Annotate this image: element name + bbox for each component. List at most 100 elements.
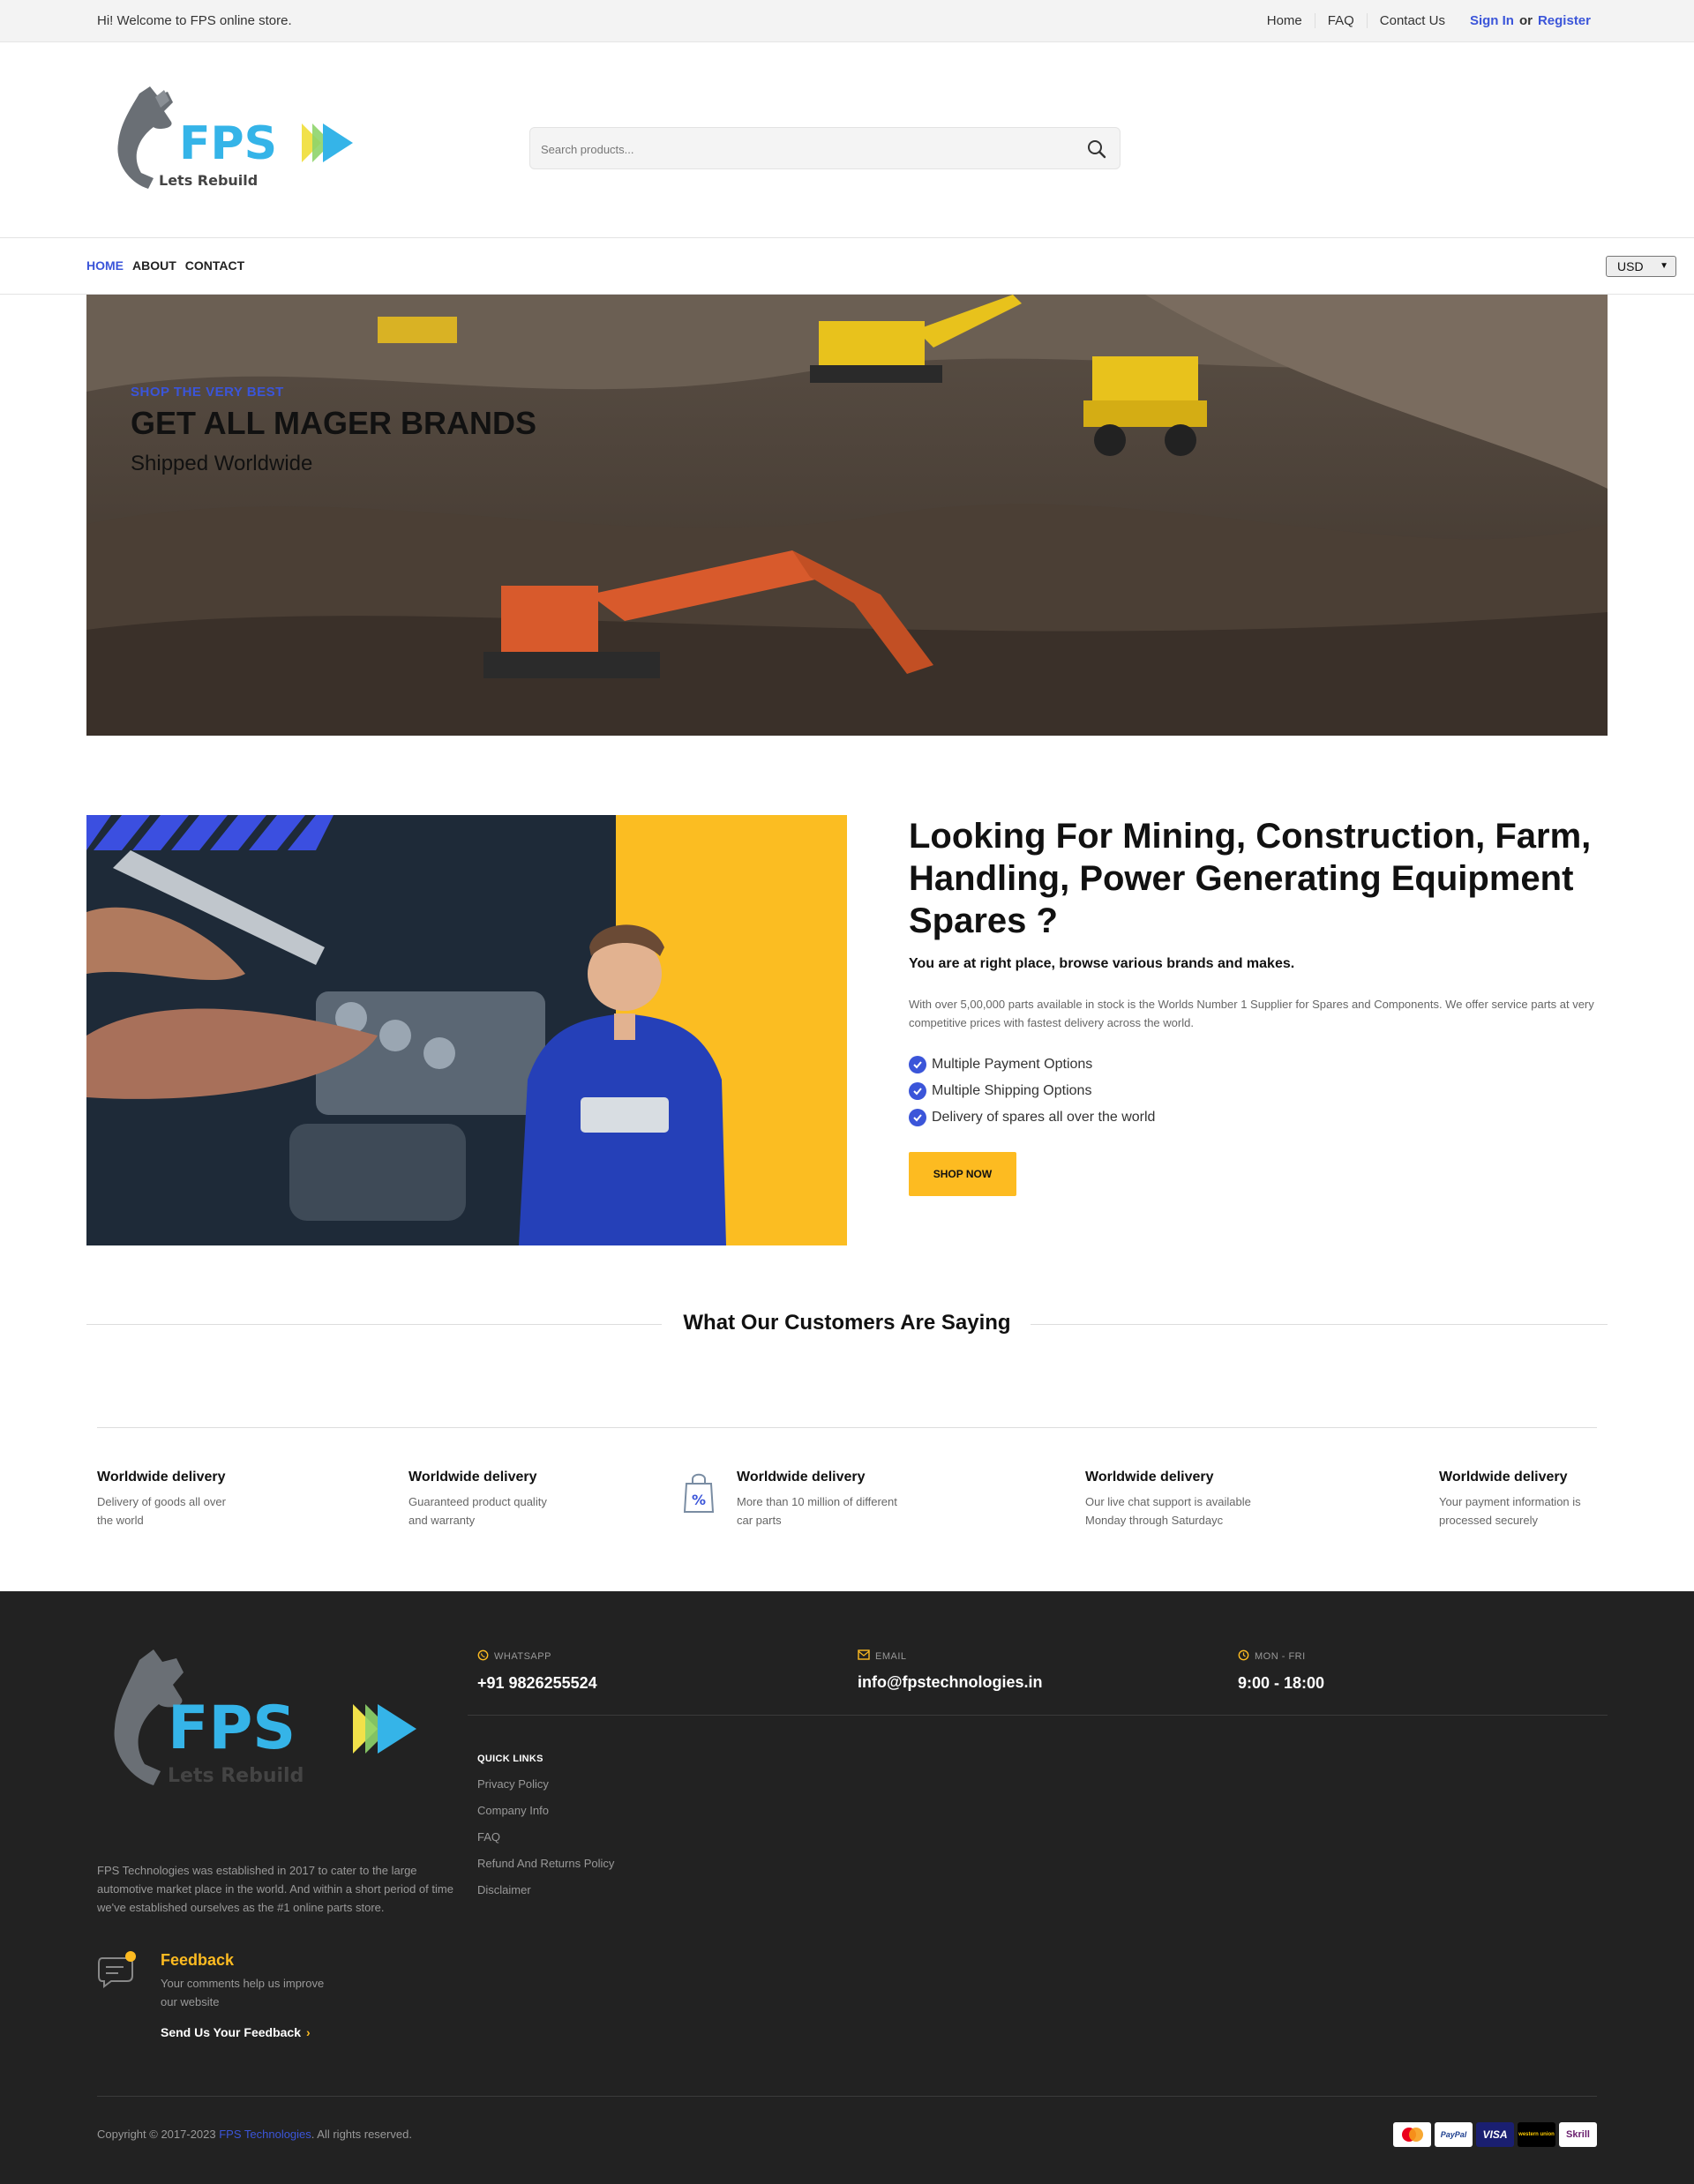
hero-mining-image xyxy=(86,295,1608,736)
svg-text:%: % xyxy=(692,1492,706,1508)
hero-title: GET ALL MAGER BRANDS xyxy=(131,405,537,441)
promo-description: With over 5,00,000 parts available in st… xyxy=(909,998,1594,1029)
quick-link-refund[interactable]: Refund And Returns Policy xyxy=(477,1857,614,1870)
top-link-faq[interactable]: FAQ xyxy=(1314,13,1367,28)
hours-label: MON - FRI xyxy=(1255,1651,1306,1662)
shop-now-button[interactable]: SHOP NOW xyxy=(909,1152,1016,1196)
top-links: Home FAQ Contact Us Sign In or Register xyxy=(1255,13,1591,28)
register-link[interactable]: Register xyxy=(1538,13,1591,28)
footer-logo[interactable]: FPS Lets Rebuild xyxy=(97,1641,441,1799)
feature-title: Worldwide delivery xyxy=(737,1470,866,1485)
chevron-right-icon: › xyxy=(305,2025,311,2039)
feature-item: Worldwide delivery Guaranteed product qu… xyxy=(409,1470,547,1530)
list-item: Multiple Payment Options xyxy=(909,1051,1615,1078)
search-input[interactable] xyxy=(541,137,1053,161)
clock-icon xyxy=(1238,1649,1249,1664)
western-union-icon: western union xyxy=(1518,2122,1555,2147)
check-icon xyxy=(909,1082,926,1100)
copyright: Copyright © 2017-2023 FPS Technologies. … xyxy=(97,2128,412,2141)
search-icon[interactable] xyxy=(1086,138,1107,160)
list-item: Delivery of spares all over the world xyxy=(909,1104,1615,1131)
feedback-title: Feedback xyxy=(161,1951,235,1969)
search-box xyxy=(529,127,1121,169)
contact-email: EMAIL info@fpstechnologies.in xyxy=(858,1649,1043,1692)
quick-links-heading: QUICK LINKS xyxy=(477,1754,543,1764)
welcome-message: Hi! Welcome to FPS online store. xyxy=(97,13,292,28)
skrill-icon: Skrill xyxy=(1559,2122,1597,2147)
hours-value: 9:00 - 18:00 xyxy=(1238,1674,1325,1692)
payment-methods: PayPal VISA western union Skrill xyxy=(1393,2122,1597,2147)
whatsapp-label: WHATSAPP xyxy=(494,1651,551,1662)
currency-select[interactable]: USD ▼ xyxy=(1606,256,1676,277)
quick-link-faq[interactable]: FAQ xyxy=(477,1830,614,1844)
email-label: EMAIL xyxy=(875,1650,907,1662)
nav-item-contact[interactable]: CONTACT xyxy=(185,258,244,273)
divider xyxy=(97,1427,1597,1428)
contact-hours: MON - FRI 9:00 - 18:00 xyxy=(1238,1649,1324,1693)
check-icon xyxy=(909,1056,926,1073)
whatsapp-icon xyxy=(477,1649,489,1664)
feature-title: Worldwide delivery xyxy=(409,1470,537,1485)
nav-item-about[interactable]: ABOUT xyxy=(132,258,176,273)
footer-logo-tagline-text: Lets Rebuild xyxy=(168,1765,304,1787)
testimonials-heading: What Our Customers Are Saying xyxy=(683,1311,1011,1335)
divider xyxy=(97,2096,1597,2097)
logo-tagline-text: Lets Rebuild xyxy=(159,172,258,189)
feature-desc: Our live chat support is available Monday… xyxy=(1085,1495,1251,1527)
main-nav: HOME ABOUT CONTACT USD ▼ xyxy=(0,238,1694,295)
quick-link-disclaimer[interactable]: Disclaimer xyxy=(477,1883,614,1896)
promo-lead: You are at right place, browse various b… xyxy=(909,956,1295,971)
feature-item: Worldwide delivery Our live chat support… xyxy=(1085,1470,1251,1530)
chevron-down-icon: ▼ xyxy=(1660,261,1668,271)
divider xyxy=(468,1715,1608,1716)
feature-desc: Guaranteed product quality and warranty xyxy=(409,1495,547,1527)
footer-logo-fps-text: FPS xyxy=(168,1694,296,1763)
bullet-label: Multiple Shipping Options xyxy=(932,1083,1092,1098)
feature-title: Worldwide delivery xyxy=(1439,1470,1568,1485)
list-item: Multiple Shipping Options xyxy=(909,1078,1615,1104)
bullet-label: Multiple Payment Options xyxy=(932,1057,1093,1072)
feature-desc: Your payment information is processed sec… xyxy=(1439,1495,1581,1527)
copyright-brand-link[interactable]: FPS Technologies xyxy=(219,2128,311,2141)
paypal-icon: PayPal xyxy=(1435,2122,1473,2147)
promo-heading: Looking For Mining, Construction, Farm, … xyxy=(909,817,1592,940)
site-footer: FPS Lets Rebuild FPS Technologies was es… xyxy=(0,1591,1694,2184)
feature-item: Worldwide delivery Your payment informat… xyxy=(1439,1470,1581,1530)
feature-desc: Delivery of goods all over the world xyxy=(97,1495,226,1527)
promo-section: Looking For Mining, Construction, Farm, … xyxy=(909,815,1615,1196)
feature-title: Worldwide delivery xyxy=(97,1470,226,1485)
send-feedback-label: Send Us Your Feedback xyxy=(161,2025,301,2039)
nav-item-home[interactable]: HOME xyxy=(86,258,124,273)
testimonials-heading-row: What Our Customers Are Saying xyxy=(86,1311,1608,1337)
quick-link-privacy[interactable]: Privacy Policy xyxy=(477,1777,614,1791)
whatsapp-number[interactable]: +91 9826255524 xyxy=(477,1674,597,1693)
visa-icon: VISA xyxy=(1476,2122,1514,2147)
mastercard-icon xyxy=(1393,2122,1431,2147)
auth-links: Sign In or Register xyxy=(1470,13,1591,28)
feature-title: Worldwide delivery xyxy=(1085,1470,1214,1485)
feature-item: Worldwide delivery Delivery of goods all… xyxy=(97,1470,226,1530)
top-bar: Hi! Welcome to FPS online store. Home FA… xyxy=(0,0,1694,42)
check-icon xyxy=(909,1109,926,1126)
sign-in-link[interactable]: Sign In xyxy=(1470,13,1514,28)
footer-about-text: FPS Technologies was established in 2017… xyxy=(97,1864,453,1914)
shopping-bag-discount-icon: % xyxy=(681,1471,716,1514)
or-text: or xyxy=(1518,13,1533,28)
currency-value: USD xyxy=(1617,259,1644,273)
bullet-label: Delivery of spares all over the world xyxy=(932,1110,1156,1125)
quick-link-company-info[interactable]: Company Info xyxy=(477,1804,614,1817)
promo-image xyxy=(86,815,847,1245)
email-address[interactable]: info@fpstechnologies.in xyxy=(858,1673,1043,1692)
feature-item: Worldwide delivery More than 10 million … xyxy=(737,1470,897,1530)
quick-links: QUICK LINKS Privacy Policy Company Info … xyxy=(477,1754,614,1896)
promo-bullet-list: Multiple Payment Options Multiple Shippi… xyxy=(909,1051,1615,1131)
hero-banner: SHOP THE VERY BEST GET ALL MAGER BRANDS … xyxy=(86,295,1608,736)
logo-fps-text: FPS xyxy=(179,117,277,170)
top-link-home[interactable]: Home xyxy=(1255,13,1315,28)
send-feedback-link[interactable]: Send Us Your Feedback › xyxy=(161,2025,311,2039)
site-header: FPS Lets Rebuild xyxy=(0,42,1694,238)
mail-icon xyxy=(858,1649,870,1663)
contact-whatsapp: WHATSAPP +91 9826255524 xyxy=(477,1649,597,1693)
site-logo[interactable]: FPS Lets Rebuild xyxy=(104,76,369,199)
top-link-contact[interactable]: Contact Us xyxy=(1366,13,1458,28)
